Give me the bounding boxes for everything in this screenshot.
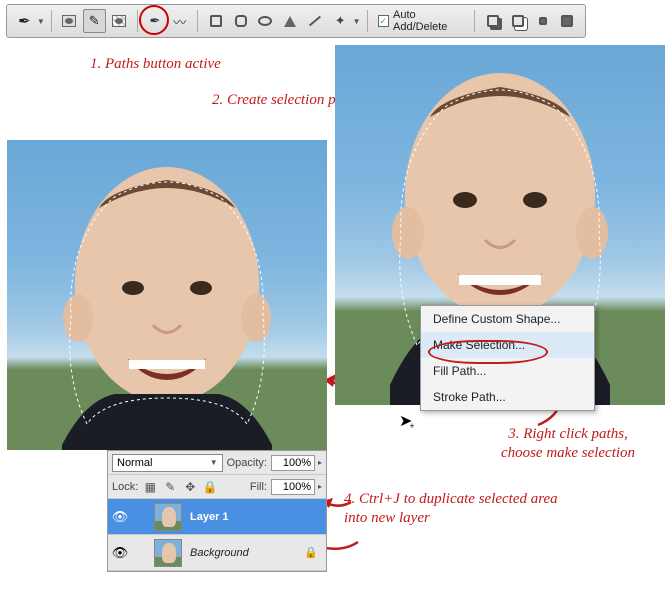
separator xyxy=(197,10,198,32)
lock-transparent-icon[interactable]: ▦ xyxy=(142,479,158,495)
checkmark-icon: ✓ xyxy=(378,15,389,27)
pen-tool-icon[interactable]: ✒ xyxy=(13,9,36,33)
combine-subtract-icon[interactable] xyxy=(506,9,529,33)
context-menu: Define Custom Shape... Make Selection...… xyxy=(420,305,595,411)
annotation-4: 4. Ctrl+J to duplicate selected area int… xyxy=(344,490,564,528)
freeform-pen-icon[interactable]: 〰 xyxy=(168,9,191,33)
polygon-shape-icon[interactable] xyxy=(279,9,302,33)
lock-image-icon[interactable]: ✎ xyxy=(162,479,178,495)
cursor-icon: ➤+ xyxy=(399,411,418,431)
layers-panel: Normal ▼ Opacity: 100% ▸ Lock: ▦ ✎ ✥ 🔒 F… xyxy=(107,450,327,572)
separator xyxy=(367,10,368,32)
separator xyxy=(51,10,52,32)
rectangle-shape-icon[interactable] xyxy=(204,9,227,33)
auto-add-delete-checkbox[interactable]: ✓ Auto Add/Delete xyxy=(378,9,469,33)
opacity-label: Opacity: xyxy=(227,457,267,469)
ellipse-shape-icon[interactable] xyxy=(254,9,277,33)
blend-mode-value: Normal xyxy=(117,457,152,469)
layer-name[interactable]: Layer 1 xyxy=(186,511,326,523)
lock-position-icon[interactable]: ✥ xyxy=(182,479,198,495)
opacity-value: 100% xyxy=(283,457,311,469)
photo-left xyxy=(7,140,327,450)
annotation-1: 1. Paths button active xyxy=(90,56,221,73)
layer-row-layer1[interactable]: 👁 Layer 1 xyxy=(108,499,326,535)
lock-all-icon[interactable]: 🔒 xyxy=(202,479,218,495)
layers-lock-row: Lock: ▦ ✎ ✥ 🔒 Fill: 100% ▸ xyxy=(108,475,326,499)
separator xyxy=(137,10,138,32)
combine-exclude-icon[interactable] xyxy=(556,9,579,33)
combine-intersect-icon[interactable] xyxy=(531,9,554,33)
dropdown-icon: ▼ xyxy=(210,458,218,467)
ctx-make-selection[interactable]: Make Selection... xyxy=(421,332,594,358)
dropdown-icon[interactable]: ▸ xyxy=(318,482,322,491)
layer-thumbnail[interactable] xyxy=(154,539,182,567)
shape-layers-button[interactable] xyxy=(58,9,81,33)
blend-mode-select[interactable]: Normal ▼ xyxy=(112,454,223,472)
layer-thumbnail[interactable] xyxy=(154,503,182,531)
lock-icon: 🔒 xyxy=(304,546,318,559)
layer-name[interactable]: Background xyxy=(186,547,304,559)
fill-value: 100% xyxy=(283,481,311,493)
lock-label: Lock: xyxy=(112,481,138,493)
fill-pixels-button[interactable] xyxy=(108,9,131,33)
separator xyxy=(474,10,475,32)
layer-row-background[interactable]: 👁 Background 🔒 xyxy=(108,535,326,571)
dropdown-icon[interactable]: ▼ xyxy=(37,17,45,26)
ctx-fill-path[interactable]: Fill Path... xyxy=(421,358,594,384)
annotation-3: 3. Right click paths, choose make select… xyxy=(488,425,648,463)
line-shape-icon[interactable] xyxy=(304,9,327,33)
layers-blend-row: Normal ▼ Opacity: 100% ▸ xyxy=(108,451,326,475)
ctx-define-custom-shape[interactable]: Define Custom Shape... xyxy=(421,306,594,332)
auto-add-delete-label: Auto Add/Delete xyxy=(393,9,468,33)
rounded-rectangle-shape-icon[interactable] xyxy=(229,9,252,33)
combine-add-icon[interactable] xyxy=(481,9,504,33)
fill-field[interactable]: 100% xyxy=(271,479,315,495)
ctx-stroke-path[interactable]: Stroke Path... xyxy=(421,384,594,410)
visibility-toggle-icon[interactable]: 👁 xyxy=(108,545,132,561)
dropdown-icon[interactable]: ▼ xyxy=(353,17,361,26)
opacity-field[interactable]: 100% xyxy=(271,455,315,471)
custom-shape-icon[interactable]: ✦ xyxy=(329,9,352,33)
dropdown-icon[interactable]: ▸ xyxy=(318,458,322,467)
pen-add-icon[interactable]: ✒ xyxy=(143,9,166,33)
options-bar: ✒ ▼ ✎ ✒ 〰 ✦ ▼ ✓ Auto Add/Delete xyxy=(6,4,586,38)
visibility-toggle-icon[interactable]: 👁 xyxy=(108,509,132,525)
paths-button[interactable]: ✎ xyxy=(83,9,106,33)
fill-label: Fill: xyxy=(250,481,267,493)
